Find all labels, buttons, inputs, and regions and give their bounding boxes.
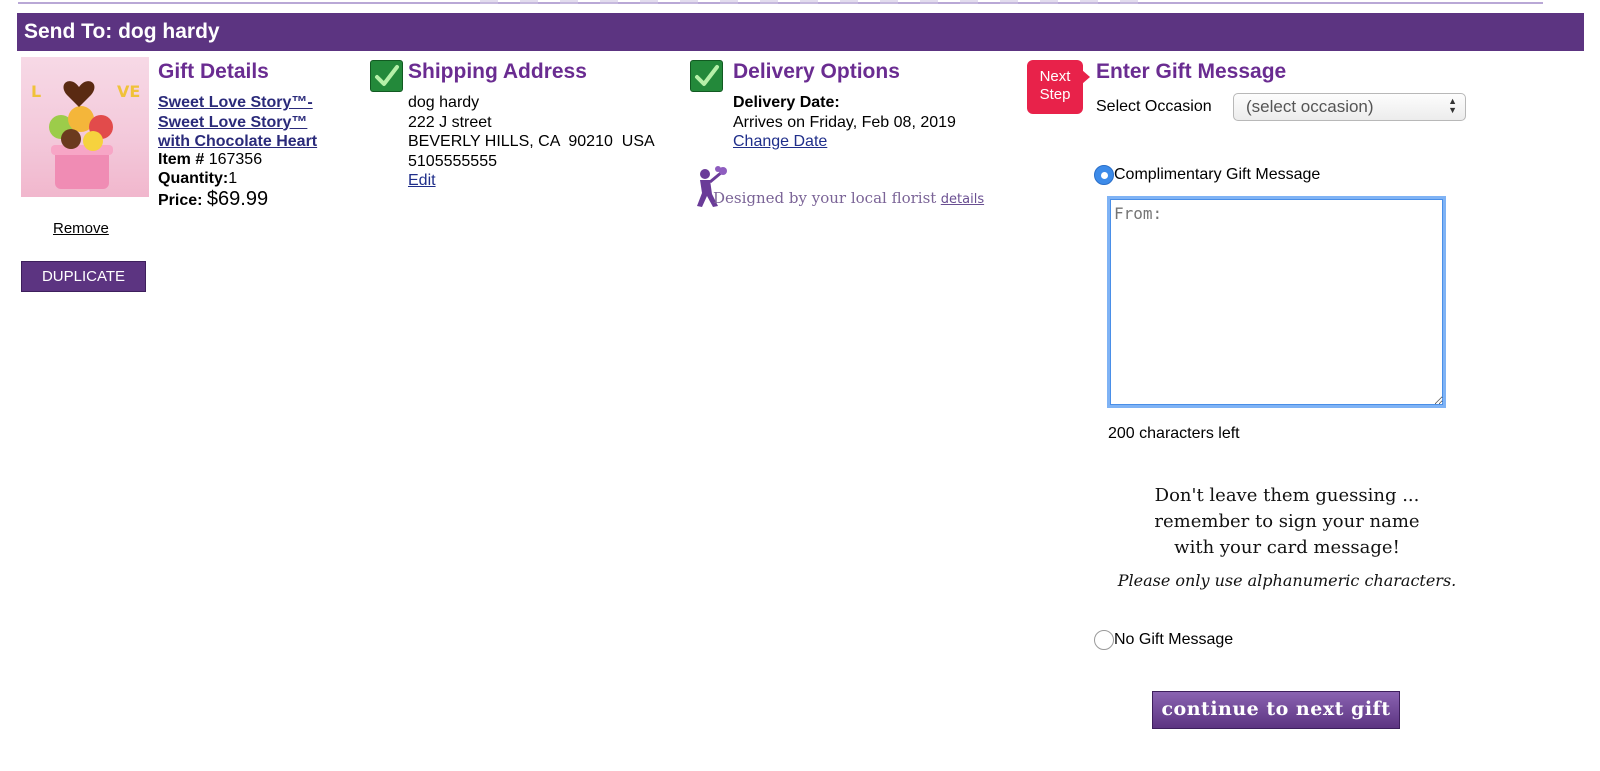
enter-gift-message-title: Enter Gift Message [1096,60,1287,83]
delivery-date-block: Delivery Date: Arrives on Friday, Feb 08… [733,93,956,152]
occasion-select-value: (select occasion) [1246,97,1374,116]
complimentary-message-radio[interactable] [1094,165,1114,185]
characters-left: 200 characters left [1108,425,1240,442]
price-label: Price: [158,192,203,209]
product-name-line-3[interactable]: with Chocolate Heart [158,132,317,152]
top-progress-strip [480,0,1160,4]
svg-text:VE: VE [117,82,140,101]
item-number: Item # 167356 [158,150,262,170]
alphanumeric-note: Please only use alphanumeric characters. [1117,571,1457,590]
quantity-value: 1 [228,170,238,187]
delivery-options-title: Delivery Options [733,60,900,83]
item-number-label: Item # [158,151,205,168]
city-line: BEVERLY HILLS, CA 90210 USA [408,133,655,150]
no-message-radio[interactable] [1094,630,1114,650]
gift-details-title: Gift Details [158,60,269,83]
remove-link[interactable]: Remove [53,220,109,237]
quantity: Quantity:1 [158,169,237,189]
change-date-link[interactable]: Change Date [733,132,956,152]
send-to-header: Send To: dog hardy [17,13,1584,51]
next-step-line-1: Next [1039,68,1071,85]
price: Price: $69.99 [158,188,268,211]
next-step-badge: Next Step [1027,60,1083,114]
shipping-check-icon [370,60,403,92]
reminder-line-3: with your card message! [1174,537,1400,558]
reminder-line-2: remember to sign your name [1154,511,1420,532]
occasion-select[interactable]: (select occasion) ▲ ▼ [1233,93,1466,121]
florist-note: Designed by your local florist details [713,189,984,208]
complimentary-message-label[interactable]: Complimentary Gift Message [1114,165,1320,185]
product-image[interactable]: L VE [21,57,149,197]
product-name-link[interactable]: Sweet Love Story™- Sweet Love Story™ wit… [158,93,317,152]
no-message-label[interactable]: No Gift Message [1114,630,1233,650]
florist-details-link[interactable]: details [941,192,984,207]
quantity-label: Quantity: [158,170,229,187]
next-step-pointer-icon [1082,70,1090,84]
street-line: 222 J street [408,113,492,131]
delivery-check-icon [690,60,723,92]
reminder-line-1: Don't leave them guessing ... [1154,485,1420,506]
shipping-address-title: Shipping Address [408,60,587,83]
recipient-name: dog hardy [408,94,480,111]
continue-to-next-gift-button[interactable]: continue to next gift [1152,691,1400,729]
item-number-value: 167356 [208,151,263,168]
delivery-date-label: Delivery Date: [733,94,840,111]
edit-address-link[interactable]: Edit [408,171,655,191]
occasion-label: Select Occasion [1096,98,1212,115]
phone: 5105555555 [408,152,497,170]
updown-arrows-icon: ▲ ▼ [1448,96,1457,115]
gift-message-textarea[interactable] [1107,196,1446,408]
shipping-address-block: dog hardy 222 J street BEVERLY HILLS, CA… [408,93,655,191]
arrival-date: Arrives on Friday, Feb 08, 2019 [733,113,956,131]
price-value: $69.99 [206,188,269,210]
product-name-line-2[interactable]: Sweet Love Story™ [158,113,317,133]
product-name-line-1[interactable]: Sweet Love Story™- [158,93,317,113]
sign-name-reminder: Don't leave them guessing ... remember t… [1107,483,1467,561]
svg-text:L: L [31,82,41,101]
next-step-line-2: Step [1039,86,1071,103]
duplicate-button[interactable]: DUPLICATE [21,261,146,292]
florist-text: Designed by your local florist [713,189,937,207]
